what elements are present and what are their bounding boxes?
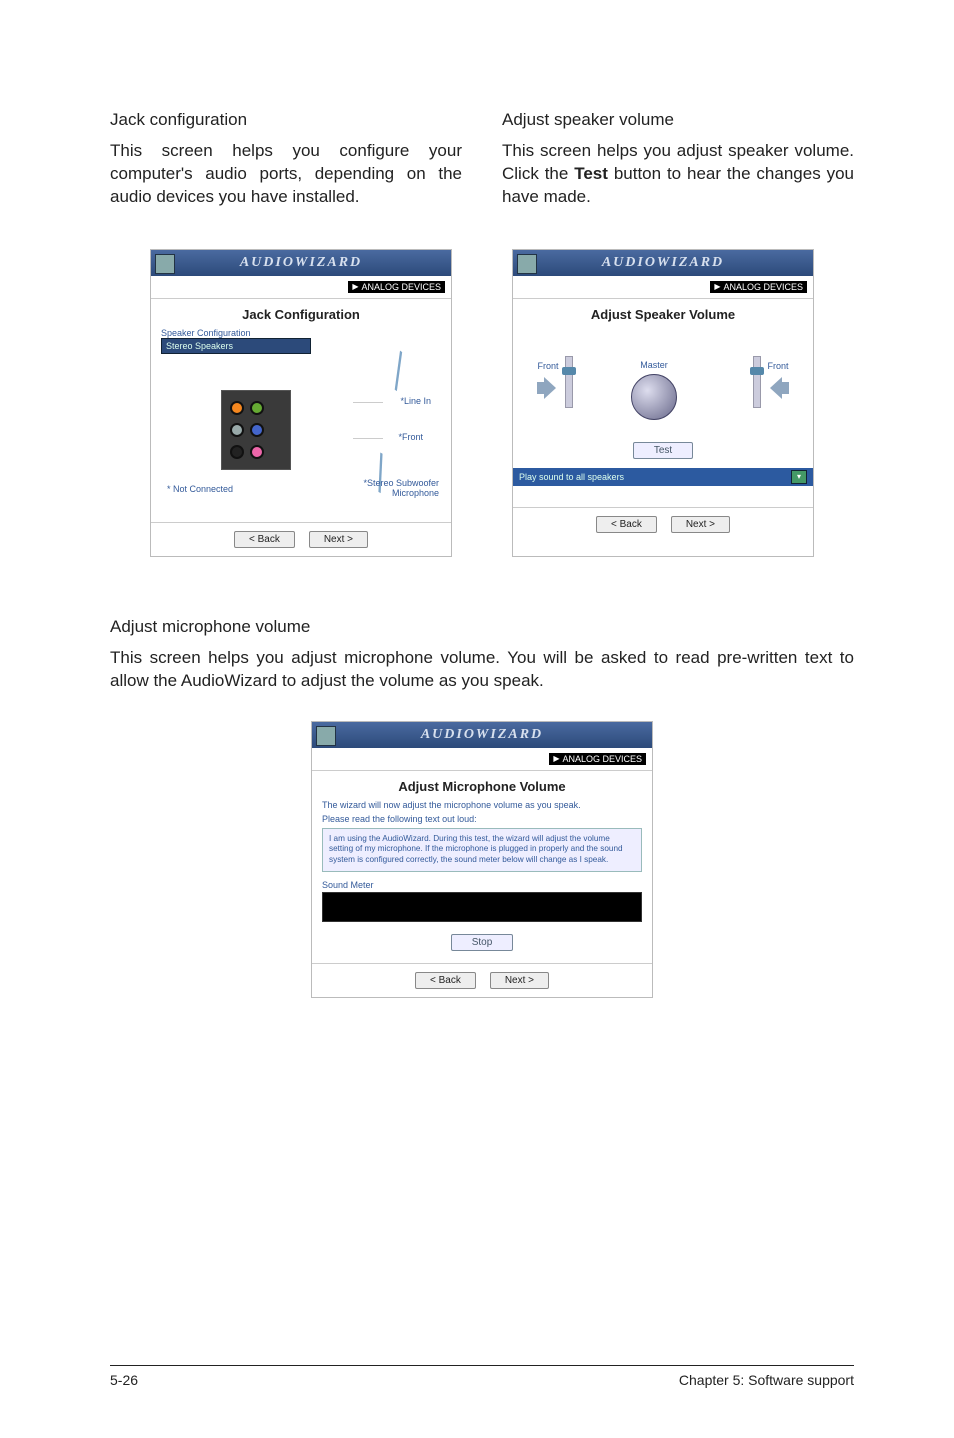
wizard-title: AUDIOWIZARD [421, 727, 543, 743]
mic-script-box: I am using the AudioWizard. During this … [322, 828, 642, 872]
speaker-config-select[interactable]: Stereo Speakers [161, 338, 311, 354]
brand-chip: ANALOG DEVICES [710, 281, 807, 293]
adjust-mic-heading: Adjust microphone volume [110, 617, 854, 637]
wizard-titlebar: AUDIOWIZARD [312, 722, 652, 748]
label-front: *Front [398, 432, 423, 442]
mic-line2: Please read the following text out loud: [322, 814, 642, 824]
port-black [230, 445, 244, 459]
chapter-label: Chapter 5: Software support [679, 1372, 854, 1388]
sound-meter-label: Sound Meter [322, 880, 642, 890]
speaker-volume-wizard: AUDIOWIZARD ANALOG DEVICES Adjust Speake… [512, 249, 814, 557]
brand-chip: ANALOG DEVICES [348, 281, 445, 293]
next-button[interactable]: Next > [309, 531, 368, 548]
port-green [250, 401, 264, 415]
wizard-brandbar: ANALOG DEVICES [151, 276, 451, 298]
wizard-titlebar: AUDIOWIZARD [513, 250, 813, 276]
jack-config-heading: Jack configuration [110, 110, 462, 130]
back-button[interactable]: < Back [234, 531, 295, 548]
brand-chip: ANALOG DEVICES [549, 753, 646, 765]
master-label: Master [640, 360, 668, 370]
mic-section-title: Adjust Microphone Volume [322, 779, 642, 794]
sound-meter [322, 892, 642, 922]
spk-section-title: Adjust Speaker Volume [513, 307, 813, 322]
jack-panel: ╲ *Line In *Front ╲ *Stereo Subwoofer Mi… [161, 360, 441, 510]
wizard-titlebar: AUDIOWIZARD [151, 250, 451, 276]
jack-config-wizard: AUDIOWIZARD ANALOG DEVICES Jack Configur… [150, 249, 452, 557]
front-left-label: Front [537, 361, 558, 371]
port-pink [250, 445, 264, 459]
wizard-brandbar: ANALOG DEVICES [312, 748, 652, 770]
label-not-connected: * Not Connected [167, 484, 233, 494]
mic-line1: The wizard will now adjust the microphon… [322, 800, 642, 810]
port-orange [230, 401, 244, 415]
port-gray [230, 423, 244, 437]
wizard-titlebar-icon [517, 254, 537, 274]
port-blue [250, 423, 264, 437]
adjust-mic-body: This screen helps you adjust microphone … [110, 647, 854, 693]
jack-config-body: This screen helps you configure your com… [110, 140, 462, 209]
jack-plug-icon-top: ╲ [381, 352, 416, 391]
wizard-titlebar-icon [316, 726, 336, 746]
play-sound-strip[interactable]: Play sound to all speakers ▾ [513, 468, 813, 486]
next-button[interactable]: Next > [490, 972, 549, 989]
test-button[interactable]: Test [633, 442, 693, 459]
front-left-slider[interactable] [565, 356, 573, 408]
wizard-brandbar: ANALOG DEVICES [513, 276, 813, 298]
page-number: 5-26 [110, 1372, 138, 1388]
adjust-speaker-body: This screen helps you adjust speaker vol… [502, 140, 854, 209]
next-button[interactable]: Next > [671, 516, 730, 533]
adjust-speaker-heading: Adjust speaker volume [502, 110, 854, 130]
front-right-label: Front [767, 361, 788, 371]
page-footer: 5-26 Chapter 5: Software support [0, 1365, 954, 1388]
stop-button[interactable]: Stop [451, 934, 514, 951]
mic-volume-wizard: AUDIOWIZARD ANALOG DEVICES Adjust Microp… [311, 721, 653, 998]
wizard-title: AUDIOWIZARD [240, 255, 362, 271]
jack-subtitle: Speaker Configuration [161, 328, 441, 338]
front-right-slider[interactable] [753, 356, 761, 408]
back-button[interactable]: < Back [596, 516, 657, 533]
wizard-title: AUDIOWIZARD [602, 255, 724, 271]
play-sound-label: Play sound to all speakers [519, 472, 624, 482]
audio-port-block [221, 390, 291, 470]
label-linein: *Line In [400, 396, 431, 406]
speaker-right-icon [767, 373, 789, 403]
speaker-left-icon [537, 373, 559, 403]
back-button[interactable]: < Back [415, 972, 476, 989]
wizard-titlebar-icon [155, 254, 175, 274]
jack-section-title: Jack Configuration [161, 307, 441, 322]
master-knob[interactable] [631, 374, 677, 420]
spk-body-bold: Test [574, 164, 608, 183]
label-subwoofer: *Stereo Subwoofer Microphone [363, 478, 439, 498]
play-sound-dropdown-icon[interactable]: ▾ [791, 470, 807, 484]
